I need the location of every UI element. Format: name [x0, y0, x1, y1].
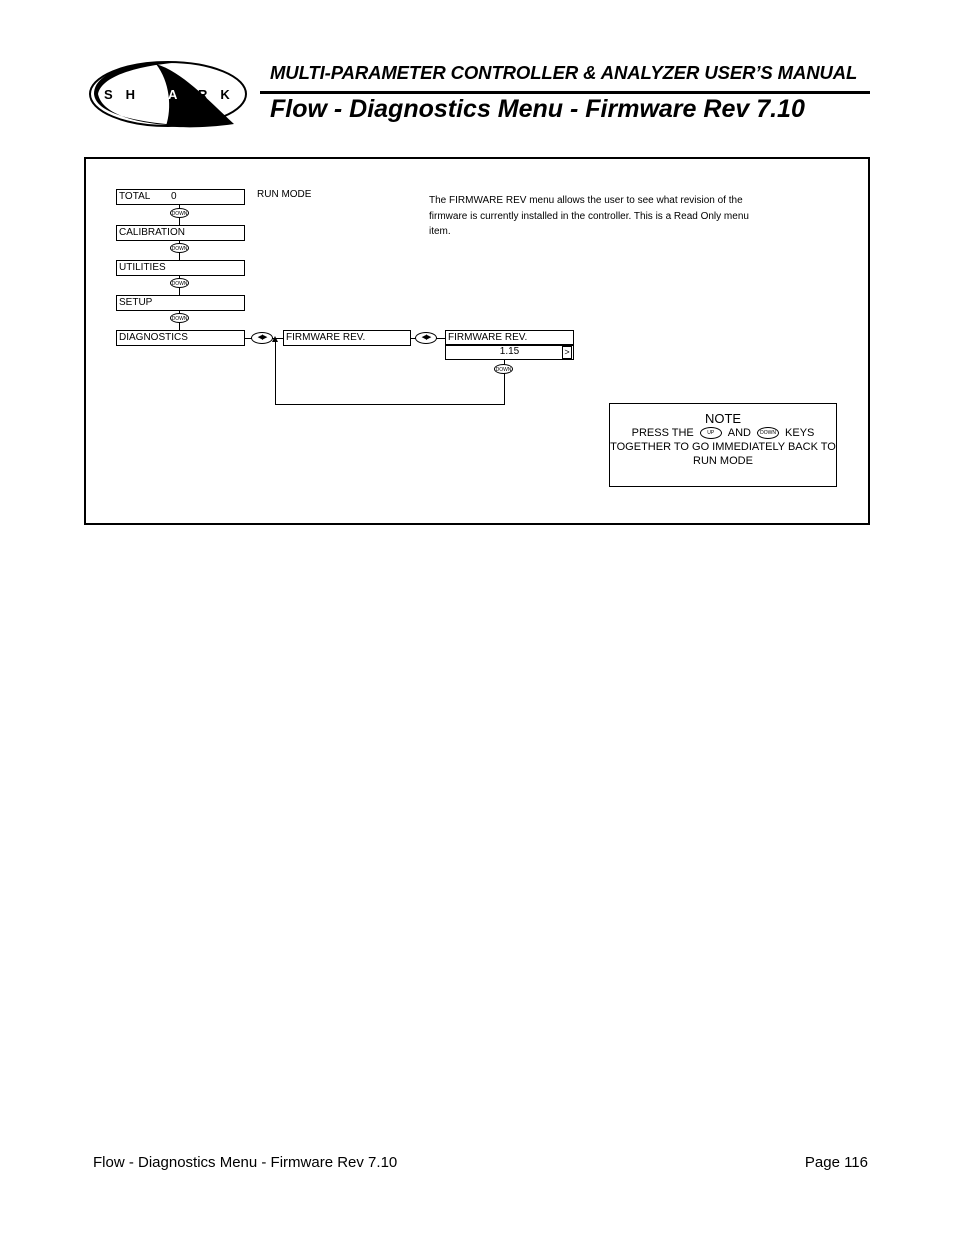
- firmware-screen-label: FIRMWARE REV.: [448, 332, 528, 343]
- connector: [275, 340, 276, 405]
- description-text: The FIRMWARE REV menu allows the user to…: [429, 195, 749, 237]
- menu-item-label: FIRMWARE REV.: [286, 332, 366, 343]
- footer-title: Flow - Diagnostics Menu - Firmware Rev 7…: [93, 1154, 398, 1171]
- svg-text:SH: SH: [104, 87, 148, 102]
- menu-item-utilities[interactable]: UTILITIES: [116, 260, 245, 276]
- menu-item-label: UTILITIES: [119, 262, 166, 273]
- note-line-3: RUN MODE: [693, 455, 753, 467]
- shark-logo: SH A RK: [86, 58, 250, 130]
- note-line-1: PRESS THE UP AND DOWN KEYS: [610, 426, 836, 440]
- menu-item-label: DIAGNOSTICS: [119, 332, 188, 343]
- menu-item-firmware-rev[interactable]: FIRMWARE REV.: [283, 330, 411, 346]
- run-mode-label: RUN MODE: [257, 189, 312, 200]
- up-key-icon: UP: [699, 427, 722, 440]
- left-right-key-icon: ◀▶: [251, 332, 273, 344]
- arrow-up-icon: [272, 336, 278, 342]
- menu-item-diagnostics[interactable]: DIAGNOSTICS: [116, 330, 245, 346]
- manual-title: MULTI-PARAMETER CONTROLLER & ANALYZER US…: [270, 62, 858, 83]
- note-title: NOTE: [704, 411, 742, 426]
- down-key-icon: DOWN: [170, 278, 189, 288]
- menu-item-total[interactable]: TOTAL 0: [116, 189, 245, 205]
- down-key-icon: DOWN: [494, 364, 513, 374]
- note-box: NOTE PRESS THE UP AND DOWN KEYS TOGETHER TO …: [609, 403, 837, 487]
- connector: [275, 404, 505, 405]
- note-line-2: TOGETHER TO GO IMMEDIATELY BACK TO: [610, 441, 836, 453]
- menu-item-label: SETUP: [119, 297, 153, 308]
- down-key-icon: DOWN: [170, 243, 189, 253]
- svg-text:RK: RK: [198, 87, 243, 102]
- left-right-key-icon: ◀▶: [415, 332, 437, 344]
- svg-text:A: A: [168, 87, 178, 102]
- menu-item-setup[interactable]: SETUP: [116, 295, 245, 311]
- menu-item-label: CALIBRATION: [119, 227, 185, 238]
- firmware-value: 1.15: [499, 346, 520, 357]
- down-key-icon: DOWN: [170, 208, 189, 218]
- down-key-icon: DOWN: [757, 427, 780, 440]
- shark-logo-icon: SH A RK: [89, 61, 247, 128]
- page-title: Flow - Diagnostics Menu - Firmware Rev 7…: [270, 95, 805, 123]
- note-text: PRESS THE: [631, 427, 694, 439]
- header-divider: [260, 91, 870, 94]
- value-arrow-icon: >: [562, 346, 572, 359]
- menu-item-label: TOTAL: [119, 191, 151, 202]
- firmware-value-field: 1.15 >: [445, 344, 574, 360]
- page-number: Page 116: [804, 1154, 868, 1171]
- note-text: KEYS: [785, 427, 815, 439]
- down-key-icon: DOWN: [170, 313, 189, 323]
- menu-item-value: 0: [171, 191, 177, 202]
- note-text: AND: [727, 427, 752, 439]
- menu-item-calibration[interactable]: CALIBRATION: [116, 225, 245, 241]
